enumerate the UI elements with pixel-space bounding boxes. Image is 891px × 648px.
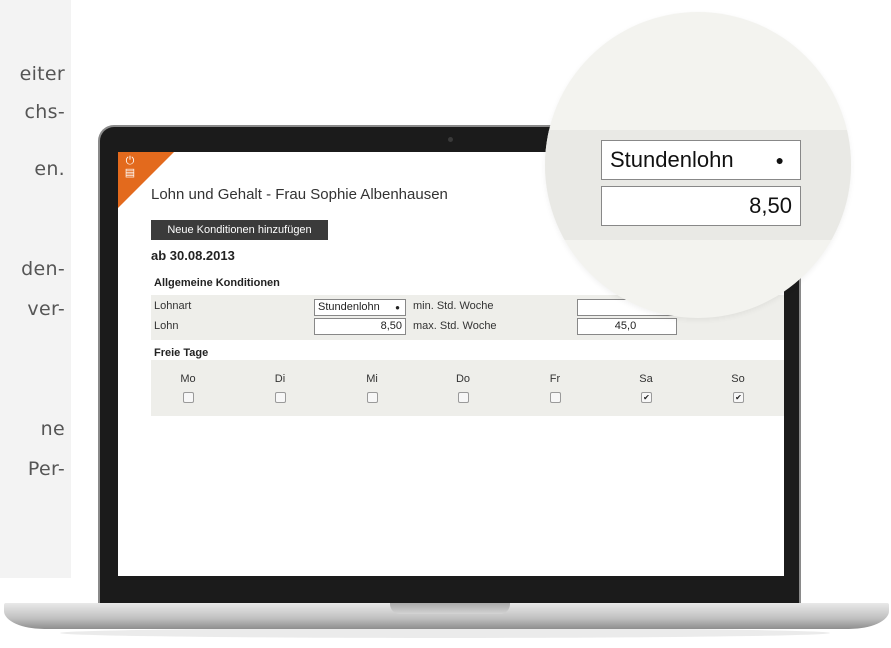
magnified-wage-type-select: Stundenlohn ● (601, 140, 801, 180)
side-text-line: eiter (19, 63, 65, 85)
day-label-fr: Fr (549, 373, 561, 385)
min-hours-label: min. Std. Woche (413, 300, 494, 312)
page-title: Lohn und Gehalt - Frau Sophie Albenhause… (151, 186, 448, 203)
wage-input[interactable]: 8,50 (314, 318, 406, 335)
day-checkbox-mi[interactable] (367, 392, 378, 403)
side-text-line: den- (21, 258, 65, 280)
max-hours-input[interactable]: 45,0 (577, 318, 677, 335)
general-conditions-heading: Allgemeine Konditionen (154, 277, 280, 289)
side-text-line: ver- (27, 298, 65, 320)
day-checkbox-di[interactable] (275, 392, 286, 403)
free-days-heading: Freie Tage (154, 347, 209, 359)
day-label-do: Do (455, 373, 471, 385)
max-hours-label: max. Std. Woche (413, 320, 497, 332)
laptop-shadow (60, 628, 830, 638)
day-label-so: So (731, 373, 745, 385)
wage-type-label: Lohnart (154, 300, 192, 312)
wage-type-value: Stundenlohn (318, 301, 380, 313)
dropdown-arrow-icon: ● (395, 303, 400, 312)
day-label-sa: Sa (639, 373, 653, 385)
day-checkbox-mo[interactable] (183, 392, 194, 403)
day-checkbox-fr[interactable] (550, 392, 561, 403)
day-checkbox-so[interactable]: ✔ (733, 392, 744, 403)
wage-type-select[interactable]: Stundenlohn ● (314, 299, 406, 316)
laptop-notch (390, 603, 510, 614)
day-label-di: Di (274, 373, 286, 385)
side-text-line: en. (34, 158, 65, 180)
day-label-mo: Mo (180, 373, 196, 385)
checkmark-icon: ✔ (735, 393, 742, 402)
day-checkbox-do[interactable] (458, 392, 469, 403)
side-text-line: chs- (24, 101, 65, 123)
app-corner-icon[interactable]: ⏻ ▤ (122, 155, 138, 181)
checkmark-icon: ✔ (643, 393, 650, 402)
side-text-line: ne (40, 418, 65, 440)
magnified-wage-type-value: Stundenlohn (610, 147, 734, 172)
dropdown-arrow-icon: ● (775, 152, 784, 168)
day-label-mi: Mi (366, 373, 378, 385)
free-days-panel: Mo Di Mi Do Fr Sa ✔ So ✔ (151, 360, 784, 416)
side-text-panel: eiter chs- en. den- ver- ne Per- (0, 0, 71, 578)
side-text-line: Per- (27, 458, 65, 480)
add-conditions-button[interactable]: Neue Konditionen hinzufügen (151, 220, 328, 240)
magnified-wage-input: 8,50 (601, 186, 801, 226)
camera-dot (448, 137, 453, 142)
date-heading: ab 30.08.2013 (151, 248, 235, 263)
wage-label: Lohn (154, 320, 179, 332)
day-checkbox-sa[interactable]: ✔ (641, 392, 652, 403)
magnifier-callout: Stundenlohn ● 8,50 (545, 12, 851, 318)
